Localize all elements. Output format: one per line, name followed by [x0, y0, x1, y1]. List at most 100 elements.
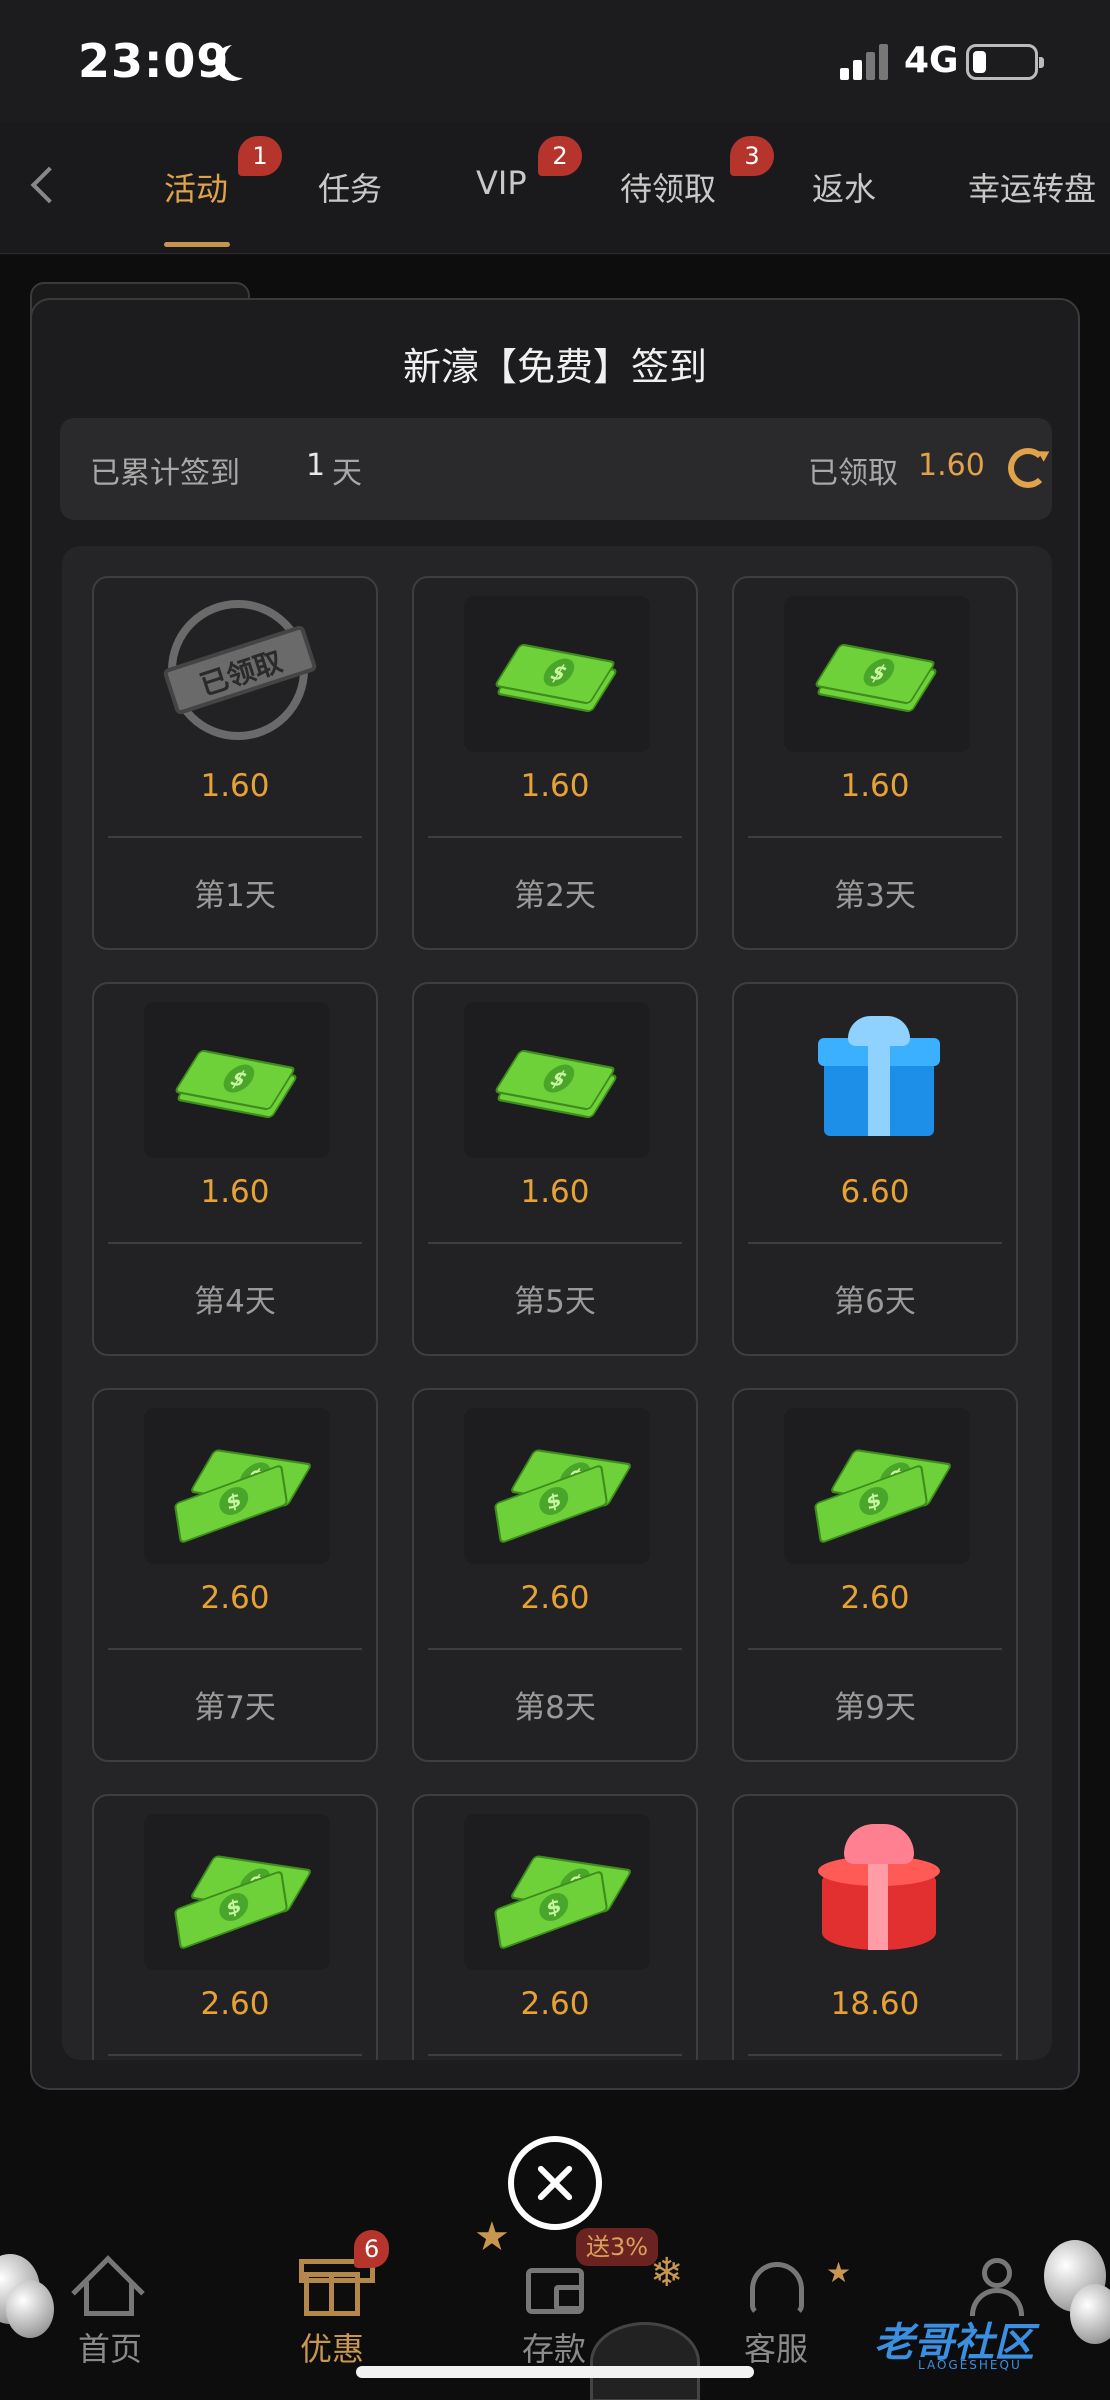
- day-card-10[interactable]: 2.60: [92, 1794, 378, 2060]
- divider: [748, 1648, 1002, 1650]
- refresh-icon[interactable]: [1008, 448, 1048, 488]
- money-stack-icon: [144, 1002, 330, 1158]
- day-card-6[interactable]: 6.60 第6天: [732, 982, 1018, 1356]
- divider: [108, 1242, 362, 1244]
- tab-pending-badge: 3: [730, 136, 774, 176]
- day-label: 第9天: [834, 1690, 916, 1726]
- day-card-11[interactable]: 2.60: [412, 1794, 698, 2060]
- year-emblem: [590, 2322, 700, 2400]
- profile-icon: [964, 2254, 1030, 2316]
- money-fan-icon: [464, 1408, 650, 1564]
- nav-label: 首页: [77, 2330, 142, 2368]
- moon-icon: [224, 42, 260, 78]
- blue-gift-icon: [784, 1002, 970, 1158]
- red-gift-icon: [784, 1814, 970, 1970]
- total-days-value: 1: [306, 448, 326, 483]
- day-amount: 6.60: [840, 1174, 910, 1210]
- money-stack-icon: [464, 596, 650, 752]
- money-fan-icon: [464, 1814, 650, 1970]
- day-amount: 1.60: [520, 768, 590, 804]
- day-label: 第3天: [834, 878, 916, 914]
- tab-pending[interactable]: 待领取: [620, 164, 716, 210]
- day-amount: 1.60: [200, 1174, 270, 1210]
- day-label: 第8天: [514, 1690, 596, 1726]
- tab-label: 待领取: [620, 170, 717, 208]
- modal-title: 新濠【免费】签到: [402, 345, 707, 389]
- day-amount: 2.60: [520, 1580, 590, 1616]
- day-amount: 18.60: [830, 1986, 920, 2022]
- tab-label: VIP: [476, 164, 527, 202]
- balloon-decoration: [1070, 2284, 1110, 2344]
- day-card-4[interactable]: 1.60 第4天: [92, 982, 378, 1356]
- wallet-icon: [520, 2254, 586, 2316]
- deposit-bonus-badge: 送3%: [576, 2228, 659, 2266]
- money-fan-icon: [784, 1408, 970, 1564]
- nav-support[interactable]: 客服: [706, 2240, 846, 2380]
- money-fan-icon: [144, 1814, 330, 1970]
- money-stack-icon: [784, 596, 970, 752]
- back-arrow-icon[interactable]: [30, 166, 68, 204]
- stamp-text: 已领取: [162, 624, 318, 716]
- divider: [108, 2054, 362, 2056]
- battery-icon: [966, 44, 1044, 80]
- active-tab-indicator: [164, 242, 230, 247]
- tab-vip[interactable]: VIP: [476, 164, 527, 202]
- total-days-unit: 天: [332, 456, 362, 491]
- day-label: 第5天: [514, 1284, 596, 1320]
- day-card-8[interactable]: 2.60 第8天: [412, 1388, 698, 1762]
- divider: [428, 836, 682, 838]
- divider: [748, 836, 1002, 838]
- tab-tasks[interactable]: 任务: [318, 164, 382, 210]
- tab-rebate[interactable]: 返水: [812, 164, 876, 210]
- day-amount: 2.60: [200, 1986, 270, 2022]
- day-label: 第2天: [514, 878, 596, 914]
- divider: [428, 1648, 682, 1650]
- tab-lucky-wheel[interactable]: 幸运转盘: [968, 164, 1096, 210]
- day-card-1[interactable]: 已领取 1.60 第1天: [92, 576, 378, 950]
- total-days-label: 已累计签到: [90, 456, 240, 491]
- day-card-3[interactable]: 1.60 第3天: [732, 576, 1018, 950]
- status-time: 23:09: [78, 34, 230, 88]
- day-label: 第1天: [194, 878, 276, 914]
- nav-label: 客服: [743, 2330, 808, 2368]
- divider: [428, 1242, 682, 1244]
- sign-in-summary: 已累计签到 1 天 已领取 1.60: [60, 418, 1052, 520]
- headset-icon: [742, 2254, 808, 2316]
- day-amount: 2.60: [200, 1580, 270, 1616]
- day-amount: 1.60: [520, 1174, 590, 1210]
- network-label: 4G: [904, 40, 959, 81]
- divider: [748, 2054, 1002, 2056]
- tab-label: 任务: [318, 170, 383, 208]
- claimed-label: 已领取: [808, 456, 898, 491]
- tab-bar: 活动 1 任务 VIP 2 待领取 3 返水 幸运转盘: [0, 122, 1110, 254]
- divider: [108, 836, 362, 838]
- tab-activity[interactable]: 活动: [164, 164, 228, 210]
- tab-vip-badge: 2: [538, 136, 582, 176]
- divider: [428, 2054, 682, 2056]
- signal-icon: [840, 44, 892, 80]
- day-card-12[interactable]: 18.60: [732, 1794, 1018, 2060]
- day-label: 第7天: [194, 1690, 276, 1726]
- day-card-9[interactable]: 2.60 第9天: [732, 1388, 1018, 1762]
- day-card-7[interactable]: 2.60 第7天: [92, 1388, 378, 1762]
- claimed-stamp-icon: 已领取: [144, 596, 330, 752]
- nav-label: 优惠: [299, 2330, 364, 2368]
- divider: [748, 1242, 1002, 1244]
- money-stack-icon: [464, 1002, 650, 1158]
- home-indicator[interactable]: [356, 2366, 754, 2378]
- sign-in-modal: 新濠【免费】签到 已累计签到 1 天 已领取 1.60 已领取 1.60 第1天…: [30, 298, 1080, 2090]
- day-card-5[interactable]: 1.60 第5天: [412, 982, 698, 1356]
- day-label: 第6天: [834, 1284, 916, 1320]
- day-amount: 2.60: [520, 1986, 590, 2022]
- day-card-2[interactable]: 1.60 第2天: [412, 576, 698, 950]
- watermark-subtext: LAOGESHEQU: [918, 2358, 1022, 2372]
- day-amount: 1.60: [840, 768, 910, 804]
- day-label: 第4天: [194, 1284, 276, 1320]
- divider: [108, 1648, 362, 1650]
- tab-activity-badge: 1: [238, 136, 282, 176]
- tab-label: 返水: [812, 170, 877, 208]
- day-amount: 1.60: [200, 768, 270, 804]
- close-modal-button[interactable]: [508, 2136, 602, 2230]
- home-icon: [71, 2254, 145, 2329]
- nav-home[interactable]: 首页: [40, 2240, 180, 2380]
